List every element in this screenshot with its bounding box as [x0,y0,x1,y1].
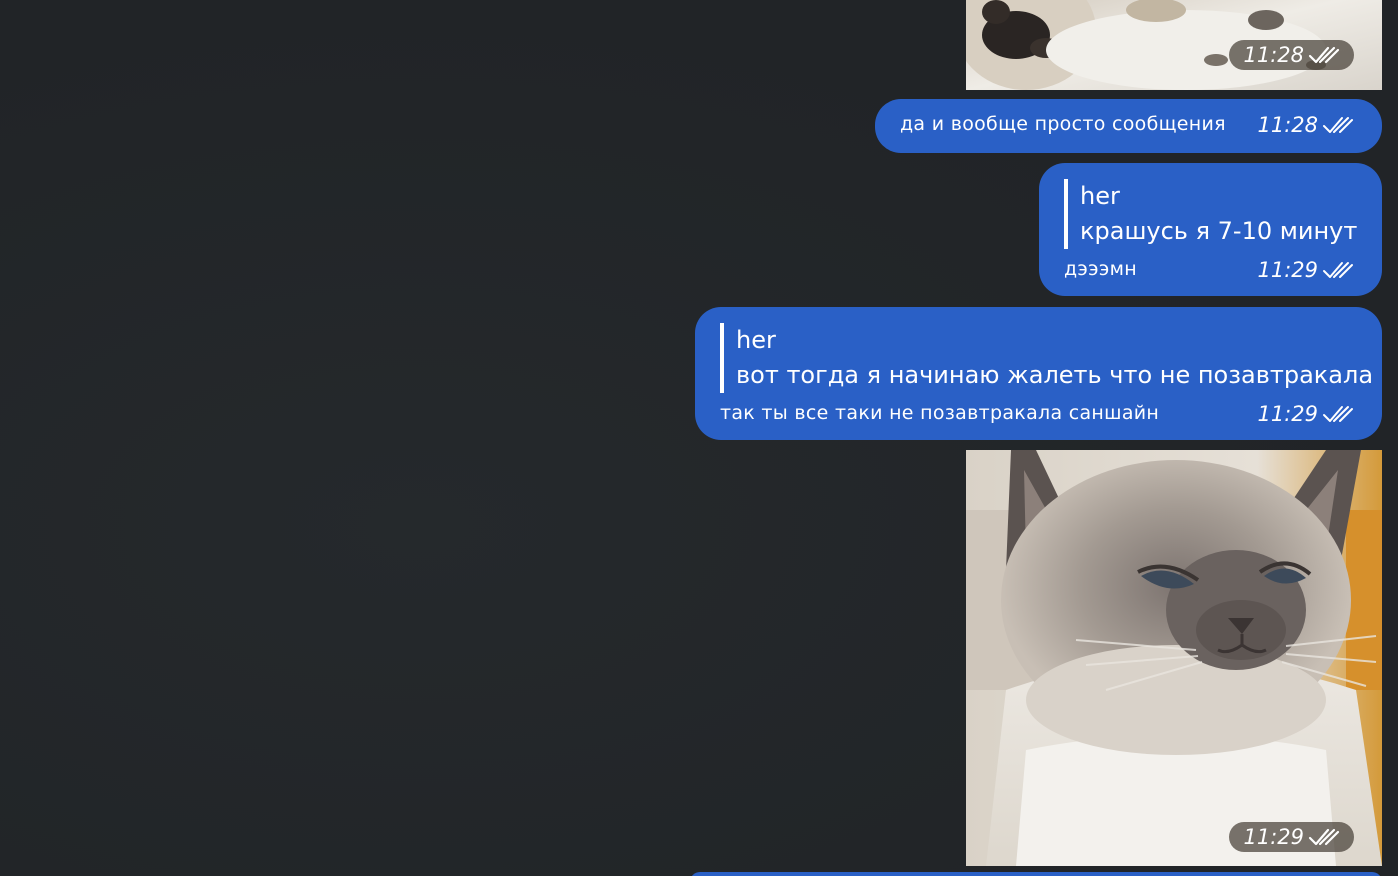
double-check-icon [1308,828,1340,846]
message-time: 11:29 [1257,258,1354,282]
reply-quote[interactable]: her крашусь я 7-10 минут [1064,179,1357,249]
photo-message[interactable]: 11:28 [966,0,1382,90]
outgoing-reply-bubble[interactable]: her вот тогда я начинаю жалеть что не по… [695,307,1382,440]
double-check-icon [1323,262,1353,278]
outgoing-reply-bubble[interactable]: her крашусь я 7-10 минут дэээмн 11:29 [1039,163,1382,296]
quote-text: крашусь я 7-10 минут [1080,217,1358,245]
quote-text: вот тогда я начинаю жалеть что не позавт… [736,361,1374,389]
reply-quote[interactable]: her вот тогда я начинаю жалеть что не по… [720,323,1373,393]
double-check-icon [1308,46,1340,64]
message-text: так ты все таки не позавтракала саншайн [720,402,1160,424]
message-text: дэээмн [1064,258,1137,280]
quote-author: her [736,326,776,354]
next-message-edge [690,872,1382,876]
message-time: 11:28 [1257,113,1354,137]
outgoing-message-bubble[interactable]: да и вообще просто сообщения 11:28 [875,99,1382,153]
chat-history[interactable]: 11:28 да и вообще просто сообщения 11:28… [0,0,1398,876]
message-time: 11:29 [1257,402,1354,426]
message-time: 11:29 [1229,822,1354,852]
message-time: 11:28 [1229,40,1354,70]
quote-author: her [1080,182,1120,210]
photo-message[interactable]: 11:29 [966,450,1382,866]
double-check-icon [1323,406,1353,422]
cat-photo-image [966,450,1382,866]
message-text: да и вообще просто сообщения [900,113,1226,135]
double-check-icon [1323,117,1353,133]
